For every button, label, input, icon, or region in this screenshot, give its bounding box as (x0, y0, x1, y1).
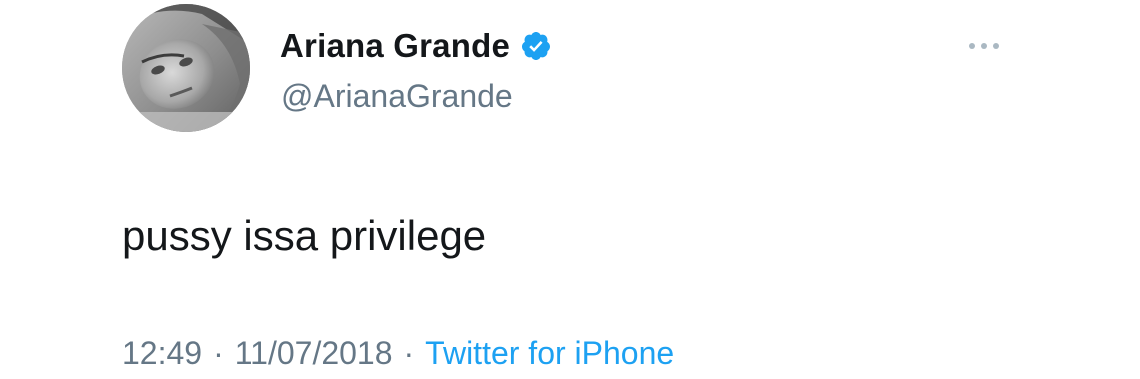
tweet-card: Ariana Grande @ArianaGrande pussy issa p… (0, 0, 1140, 379)
more-options-icon (969, 43, 999, 49)
author-name-row[interactable]: Ariana Grande (280, 24, 552, 68)
display-name[interactable]: Ariana Grande (280, 24, 510, 68)
tweet-time[interactable]: 12:49 (122, 331, 202, 375)
author-avatar[interactable] (122, 4, 250, 132)
author-handle[interactable]: @ArianaGrande (281, 74, 513, 118)
profile-photo-icon (122, 4, 250, 132)
tweet-metadata: 12:49 · 11/07/2018 · Twitter for iPhone (122, 331, 674, 375)
verified-badge-icon (520, 30, 552, 62)
meta-separator: · (403, 335, 415, 371)
tweet-text: pussy issa privilege (122, 212, 487, 259)
tweet-source-link[interactable]: Twitter for iPhone (425, 331, 674, 375)
tweet-date[interactable]: 11/07/2018 (235, 331, 393, 375)
meta-separator: · (213, 335, 224, 371)
more-options-button[interactable] (962, 34, 1006, 58)
